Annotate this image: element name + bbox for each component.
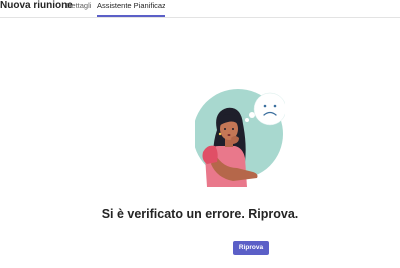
tab-scheduling-assistant[interactable]: Assistente Pianificazi... <box>97 1 165 11</box>
error-message: Si è verificato un errore. Riprova. <box>101 207 299 221</box>
page: Nuova riunione Dettagli Assistente Piani… <box>0 0 400 268</box>
tab-details[interactable]: Dettagli <box>66 1 91 11</box>
retry-button[interactable]: Riprova <box>233 241 269 255</box>
error-illustration <box>193 82 287 192</box>
woman-thinking-sad-face-illustration <box>193 89 287 187</box>
page-title: Nuova riunione <box>0 0 73 11</box>
active-tab-indicator <box>97 15 165 17</box>
header: Nuova riunione Dettagli Assistente Piani… <box>0 0 400 18</box>
